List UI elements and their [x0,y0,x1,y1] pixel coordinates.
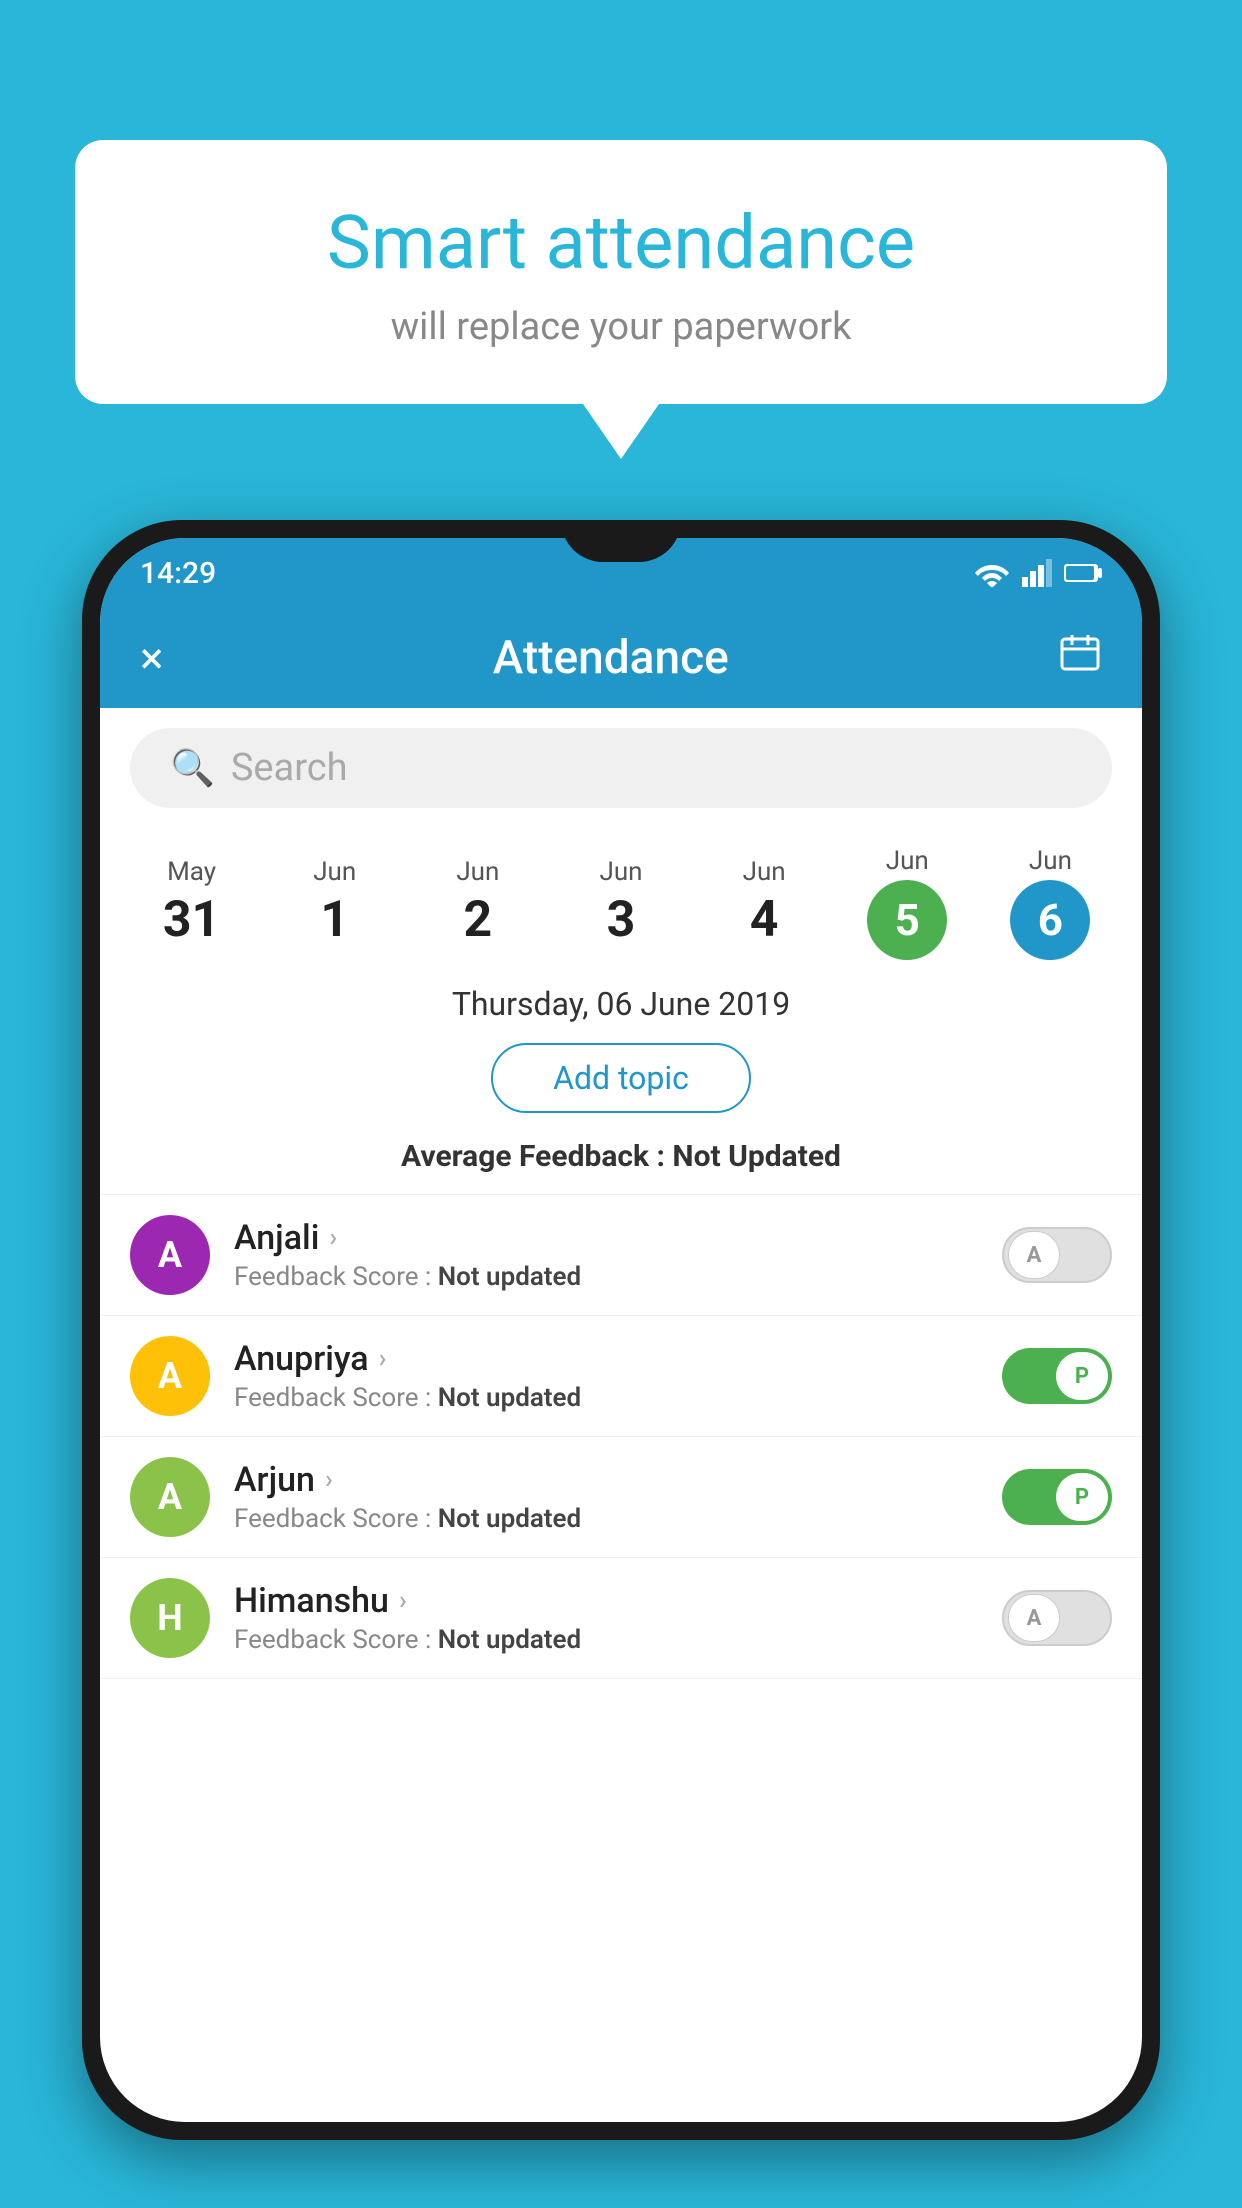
attendance-toggle-container: A [1002,1590,1112,1646]
student-name[interactable]: Himanshu › [234,1581,1002,1621]
app-bar-title: Attendance [493,631,729,685]
student-name[interactable]: Arjun › [234,1460,1002,1500]
phone-outer: 14:29 [82,520,1160,2140]
search-placeholder: Search [231,746,348,790]
date-item[interactable]: Jun5 [836,846,979,960]
search-icon: 🔍 [170,747,215,789]
search-section: 🔍 Search [100,708,1142,828]
student-feedback: Feedback Score : Not updated [234,1262,1002,1292]
student-info: Anjali › Feedback Score : Not updated [234,1218,1002,1292]
close-icon[interactable]: × [140,632,163,684]
student-avatar: A [130,1215,210,1295]
date-item[interactable]: Jun1 [263,857,406,949]
avg-feedback-label: Average Feedback : [401,1139,672,1174]
student-info: Arjun › Feedback Score : Not updated [234,1460,1002,1534]
toggle-knob: P [1056,1473,1108,1521]
student-item: A Anupriya › Feedback Score : Not updated P [100,1316,1142,1437]
app-bar: × Attendance [100,608,1142,708]
student-feedback: Feedback Score : Not updated [234,1504,1002,1534]
battery-icon [1064,562,1102,584]
calendar-icon[interactable] [1058,631,1102,685]
student-item: AAnjali ›Feedback Score : Not updatedA [100,1195,1142,1316]
bubble-subtitle: will replace your paperwork [155,305,1087,349]
status-time: 14:29 [140,556,216,591]
date-item[interactable]: Jun4 [693,857,836,949]
student-list: AAnjali ›Feedback Score : Not updatedAAA… [100,1195,1142,1679]
speech-bubble: Smart attendance will replace your paper… [75,140,1167,404]
bubble-title: Smart attendance [155,200,1087,287]
student-item: A Arjun › Feedback Score : Not updated P [100,1437,1142,1558]
attendance-toggle[interactable]: A [1002,1227,1112,1283]
phone-mockup: 14:29 [82,520,1160,2208]
attendance-toggle-container: A [1002,1227,1112,1283]
avg-feedback: Average Feedback : Not Updated [100,1131,1142,1195]
speech-bubble-arrow [583,404,659,459]
add-topic-container: Add topic [100,1033,1142,1131]
wifi-icon [974,559,1010,587]
student-info: Himanshu › Feedback Score : Not updated [234,1581,1002,1655]
attendance-toggle[interactable]: P [1002,1348,1112,1404]
signal-icon [1022,559,1052,587]
student-avatar: A [130,1336,210,1416]
attendance-toggle-container: P [1002,1348,1112,1404]
attendance-toggle[interactable]: A [1002,1590,1112,1646]
avg-feedback-value: Not Updated [672,1139,841,1174]
student-avatar: H [130,1578,210,1658]
student-info: Anupriya › Feedback Score : Not updated [234,1339,1002,1413]
student-feedback: Feedback Score : Not updated [234,1625,1002,1655]
phone-screen: 14:29 [100,538,1142,2122]
attendance-toggle[interactable]: P [1002,1469,1112,1525]
student-name[interactable]: Anupriya › [234,1339,1002,1379]
speech-bubble-section: Smart attendance will replace your paper… [75,140,1167,459]
toggle-knob: A [1008,1594,1060,1642]
student-avatar: A [130,1457,210,1537]
selected-date-label: Thursday, 06 June 2019 [100,965,1142,1033]
student-feedback: Feedback Score : Not updated [234,1383,1002,1413]
attendance-toggle-container: P [1002,1469,1112,1525]
date-strip: May31Jun1Jun2Jun3Jun4Jun5Jun6 [100,828,1142,965]
date-item[interactable]: May31 [120,857,263,949]
date-item[interactable]: Jun3 [549,857,692,949]
add-topic-button[interactable]: Add topic [491,1043,751,1113]
student-item: H Himanshu › Feedback Score : Not updatedA [100,1558,1142,1679]
date-item[interactable]: Jun2 [406,857,549,949]
search-bar[interactable]: 🔍 Search [130,728,1112,808]
student-name[interactable]: Anjali › [234,1218,1002,1258]
toggle-knob: P [1056,1352,1108,1400]
date-item[interactable]: Jun6 [979,846,1122,960]
toggle-knob: A [1008,1231,1060,1279]
status-icons [974,559,1102,587]
